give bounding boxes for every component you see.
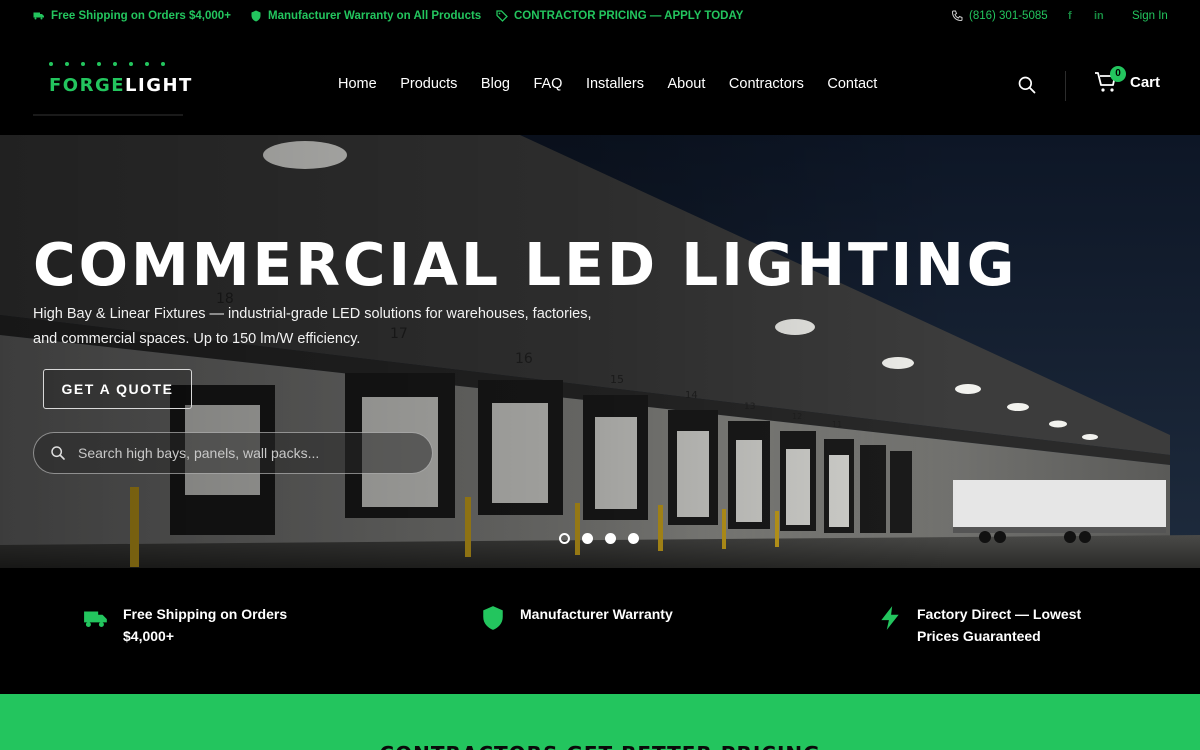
logo-part-light: LIGHT: [125, 75, 193, 96]
feature-text: Manufacturer Warranty: [520, 606, 673, 622]
product-search-bar[interactable]: [33, 432, 433, 474]
search-icon: [51, 446, 65, 460]
slide-dot-1[interactable]: [559, 533, 570, 544]
feature-text: Free Shipping on Orders $4,000+: [123, 606, 288, 644]
lightning-icon: [881, 606, 899, 630]
contractor-banner: CONTRACTORS GET BETTER PRICING: [0, 694, 1200, 750]
nav-contact[interactable]: Contact: [827, 76, 877, 92]
feature-free-shipping: Free Shipping on Orders $4,000+: [83, 603, 293, 647]
logo-dots: [49, 62, 165, 66]
cart-icon: 0: [1094, 66, 1126, 94]
shield-icon: [483, 606, 503, 630]
nav-faq[interactable]: FAQ: [533, 76, 562, 92]
search-button[interactable]: [1017, 75, 1037, 95]
slide-dot-2[interactable]: [582, 533, 593, 544]
shipping-notice-text: Free Shipping on Orders $4,000+: [51, 10, 231, 22]
linkedin-icon[interactable]: in: [1094, 10, 1104, 22]
feature-warranty: Manufacturer Warranty: [480, 603, 720, 631]
nav-installers[interactable]: Installers: [586, 76, 644, 92]
hero-title: COMMERCIAL LED LIGHTING: [33, 230, 1018, 299]
truck-icon: [33, 12, 44, 20]
shipping-notice: Free Shipping on Orders $4,000+: [33, 10, 231, 22]
nav-about[interactable]: About: [668, 76, 706, 92]
cart-button[interactable]: 0 Cart: [1094, 66, 1161, 94]
shield-icon: [251, 10, 261, 22]
logo-wordmark: FORGELIGHT: [49, 75, 193, 96]
banner-title: CONTRACTORS GET BETTER PRICING: [0, 742, 1200, 750]
contractor-pricing-link[interactable]: CONTRACTOR PRICING — APPLY TODAY: [496, 10, 743, 22]
main-nav: Home Products Blog FAQ Installers About …: [338, 76, 877, 92]
announcement-bar: Free Shipping on Orders $4,000+ Manufact…: [0, 0, 1200, 34]
slide-dot-4[interactable]: [628, 533, 639, 544]
nav-blog[interactable]: Blog: [481, 76, 510, 92]
nav-contractors[interactable]: Contractors: [729, 76, 804, 92]
slide-dot-3[interactable]: [605, 533, 616, 544]
phone-icon: [951, 10, 963, 22]
feature-factory-direct: Factory Direct — Lowest Prices Guarantee…: [877, 603, 1092, 647]
get-a-quote-button[interactable]: GET A QUOTE: [43, 369, 192, 409]
warranty-notice-text: Manufacturer Warranty on All Products: [268, 10, 482, 22]
contractor-pricing-text: CONTRACTOR PRICING — APPLY TODAY: [514, 10, 744, 22]
cart-label: Cart: [1130, 73, 1161, 91]
warranty-notice: Manufacturer Warranty on All Products: [250, 10, 481, 22]
slider-dots: [559, 533, 639, 544]
hero-slider: 18 17 16 15 14 13 12 11: [0, 135, 1200, 568]
nav-home[interactable]: Home: [338, 76, 377, 92]
feature-text: Factory Direct — Lowest Prices Guarantee…: [917, 606, 1082, 644]
phone-link[interactable]: (816) 301-5085: [951, 10, 1048, 22]
product-search-input[interactable]: [78, 445, 408, 461]
nav-products[interactable]: Products: [400, 76, 457, 92]
cart-count-badge: 0: [1110, 66, 1126, 82]
features-strip: Free Shipping on Orders $4,000+ Manufact…: [0, 568, 1200, 694]
facebook-icon[interactable]: f: [1068, 10, 1072, 22]
truck-icon: [84, 611, 107, 627]
header-divider: [1065, 71, 1066, 101]
phone-number: (816) 301-5085: [969, 10, 1048, 22]
logo[interactable]: FORGELIGHT: [33, 56, 191, 118]
hero-description: High Bay & Linear Fixtures — industrial-…: [33, 306, 592, 347]
site-header: FORGELIGHT Home Products Blog FAQ Instal…: [0, 34, 1200, 135]
search-icon: [1018, 76, 1036, 94]
sign-in-link[interactable]: Sign In: [1132, 10, 1168, 22]
tag-icon: [496, 10, 508, 22]
logo-underline: [33, 114, 183, 116]
logo-part-forge: FORGE: [49, 75, 126, 96]
